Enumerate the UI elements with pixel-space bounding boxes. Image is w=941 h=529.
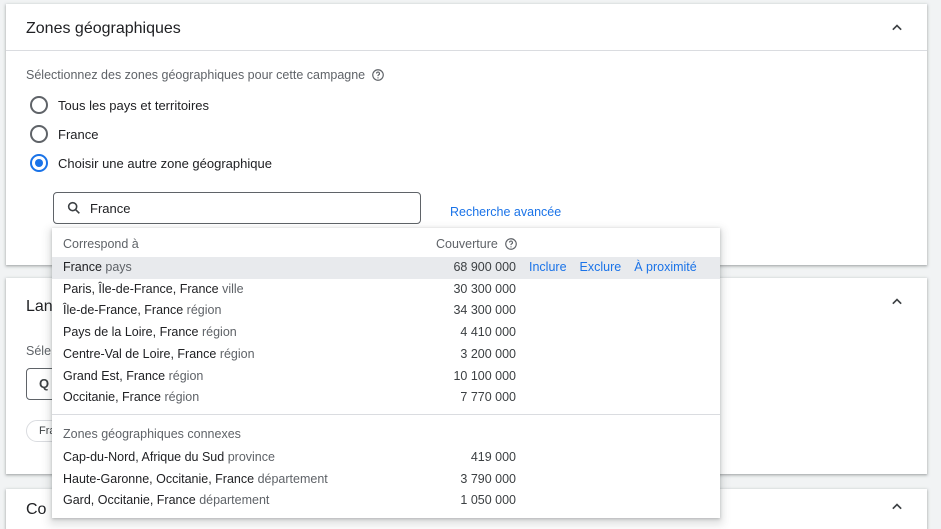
reach-value: 1 050 000 <box>460 493 516 508</box>
locations-card-title: Zones géographiques <box>26 20 181 37</box>
location-search-box[interactable] <box>53 192 421 224</box>
location-label: Haute-Garonne, Occitanie, France <box>63 471 255 486</box>
location-row[interactable]: Île-de-France, France région 34 300 000 <box>52 300 720 322</box>
radio-other-location[interactable]: Choisir une autre zone géographique <box>30 154 272 172</box>
help-icon[interactable] <box>371 68 385 82</box>
location-name: Paris, Île-de-France, France ville <box>63 282 244 296</box>
location-type: pays <box>105 260 132 274</box>
include-link[interactable]: Inclure <box>529 260 567 274</box>
location-row[interactable]: Paris, Île-de-France, France ville 30 30… <box>52 279 720 301</box>
reach-value: 7 770 000 <box>460 390 516 405</box>
location-row[interactable]: Centre-Val de Loire, France région 3 200… <box>52 344 720 366</box>
locations-card-header[interactable]: Zones géographiques <box>6 4 927 50</box>
chevron-up-icon[interactable] <box>887 497 907 517</box>
dropdown-divider <box>52 414 720 415</box>
location-search-input[interactable] <box>90 200 390 216</box>
reach-value: 10 100 000 <box>453 368 516 383</box>
location-type: province <box>227 450 275 464</box>
header-reach-label: Couverture <box>436 237 498 251</box>
location-label: Paris, Île-de-France, France <box>63 281 219 296</box>
location-type: département <box>257 471 328 486</box>
radio-label: Choisir une autre zone géographique <box>58 155 272 171</box>
location-label: Île-de-France, France <box>63 303 184 318</box>
locations-prompt-text: Sélectionnez des zones géographiques pou… <box>26 68 366 82</box>
location-label: Grand Est, France <box>63 368 166 383</box>
location-name: Île-de-France, France région <box>63 303 221 317</box>
locations-card: Zones géographiques Sélectionnez des zon… <box>6 4 927 265</box>
related-section-heading: Zones géographiques connexes <box>63 427 241 441</box>
header-reach: Couverture <box>436 237 518 251</box>
advanced-search-link[interactable]: Recherche avancée <box>450 205 561 219</box>
dropdown-header: Correspond à Couverture <box>52 228 720 257</box>
location-type: département <box>199 493 270 508</box>
location-label: Centre-Val de Loire, France <box>63 346 217 361</box>
location-type: région <box>219 346 255 361</box>
related-location-row[interactable]: Cap-du-Nord, Afrique du Sud province 419… <box>52 447 720 469</box>
reach-value: 3 200 000 <box>460 346 516 361</box>
location-name: Cap-du-Nord, Afrique du Sud province <box>63 450 275 464</box>
search-icon <box>66 200 82 216</box>
reach-value: 30 300 000 <box>453 281 516 296</box>
location-row[interactable]: Occitanie, France région 7 770 000 <box>52 387 720 409</box>
related-location-row[interactable]: Haute-Garonne, Occitanie, France départe… <box>52 469 720 491</box>
languages-card-title: Lan <box>26 298 53 315</box>
location-name: Occitanie, France région <box>63 390 199 404</box>
chevron-up-icon[interactable] <box>887 18 907 38</box>
location-name: Haute-Garonne, Occitanie, France départe… <box>63 472 328 486</box>
reach-value: 68 900 000 <box>453 260 516 274</box>
location-label: Cap-du-Nord, Afrique du Sud <box>63 450 225 464</box>
chevron-up-icon[interactable] <box>887 292 907 312</box>
location-suggestions-dropdown: Correspond à Couverture France pays 68 9… <box>52 228 720 518</box>
location-name: France pays <box>63 260 132 274</box>
location-row[interactable]: Pays de la Loire, France région 4 410 00… <box>52 322 720 344</box>
location-name: Pays de la Loire, France région <box>63 325 237 339</box>
related-location-row[interactable]: Gard, Occitanie, France département 1 05… <box>52 490 720 512</box>
location-label: France <box>63 260 102 274</box>
location-type: région <box>164 390 200 405</box>
location-row[interactable]: Grand Est, France région 10 100 000 <box>52 366 720 388</box>
location-label: Pays de la Loire, France <box>63 325 199 340</box>
radio-label: Tous les pays et territoires <box>58 97 210 113</box>
reach-value: 419 000 <box>470 450 516 464</box>
location-row[interactable]: France pays 68 900 000 Inclure Exclure À… <box>52 257 720 279</box>
languages-subtitle: Séle <box>26 344 52 358</box>
header-match: Correspond à <box>63 237 139 251</box>
radio-button[interactable] <box>30 96 48 114</box>
location-name: Gard, Occitanie, France département <box>63 493 269 507</box>
reach-value: 34 300 000 <box>453 303 516 318</box>
location-type: région <box>168 368 204 383</box>
radio-france[interactable]: France <box>30 125 98 143</box>
location-label: Gard, Occitanie, France <box>63 493 196 508</box>
nearby-link[interactable]: À proximité <box>634 260 697 274</box>
locations-prompt: Sélectionnez des zones géographiques pou… <box>26 68 385 82</box>
reach-value: 4 410 000 <box>460 325 516 340</box>
location-type: région <box>201 325 237 340</box>
search-icon: Q <box>39 376 50 391</box>
radio-all-countries[interactable]: Tous les pays et territoires <box>30 96 209 114</box>
radio-button-selected[interactable] <box>30 154 48 172</box>
location-name: Centre-Val de Loire, France région <box>63 347 255 361</box>
exclude-link[interactable]: Exclure <box>580 260 622 274</box>
radio-label: France <box>58 126 99 142</box>
help-icon[interactable] <box>504 237 518 251</box>
reach-value: 3 790 000 <box>460 471 516 486</box>
radio-button[interactable] <box>30 125 48 143</box>
location-type: ville <box>222 281 244 296</box>
third-card-title: Co <box>26 501 47 518</box>
location-name: Grand Est, France région <box>63 369 203 383</box>
row-actions: Inclure Exclure À proximité <box>529 260 697 274</box>
location-type: région <box>186 303 222 318</box>
location-label: Occitanie, France <box>63 390 161 405</box>
card-divider <box>6 50 927 51</box>
